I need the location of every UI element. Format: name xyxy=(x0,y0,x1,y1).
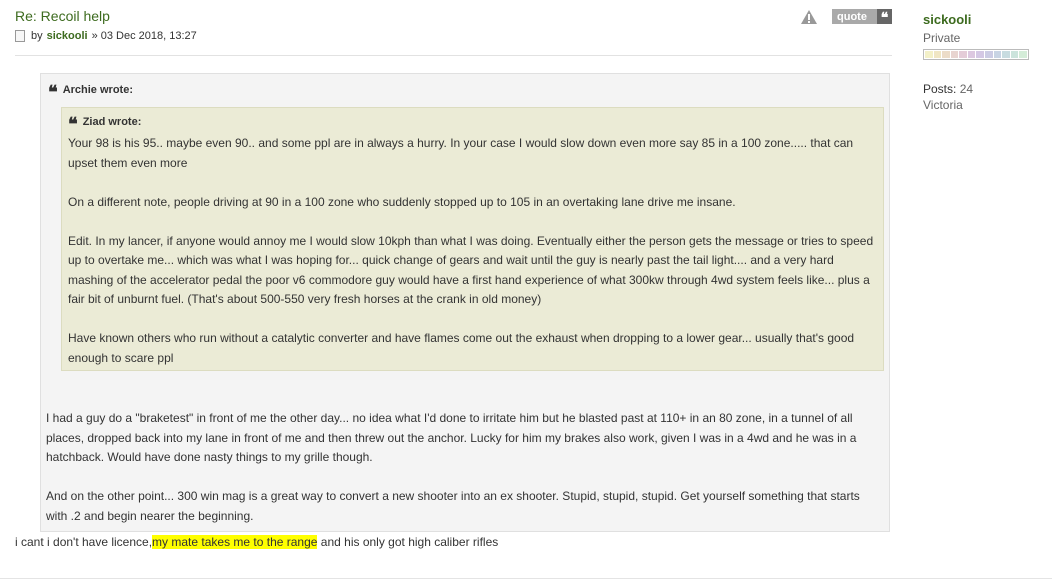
reply-text-before: i cant i don't have licence, xyxy=(15,535,153,549)
rank-bar-segment xyxy=(925,51,933,58)
quote-button[interactable]: quote ❝ xyxy=(832,9,892,26)
inner-blockquote: ❝ Ziad wrote: Your 98 is his 95.. maybe … xyxy=(61,107,884,371)
outer-blockquote: ❝ Archie wrote: ❝ Ziad wrote: Your 98 is… xyxy=(40,73,890,532)
outer-quote-paragraph: And on the other point... 300 win mag is… xyxy=(46,489,860,523)
outer-quote-paragraph: I had a guy do a "braketest" in front of… xyxy=(46,411,857,464)
quote-mark-icon: ❝ xyxy=(48,82,58,103)
inner-quote-cite-text: Ziad wrote: xyxy=(82,116,142,128)
rank-bar-segment xyxy=(993,51,1002,58)
post-profile: sickooli Private Posts: 24 Victoria xyxy=(923,12,1033,112)
post-reply-text: i cant i don't have licence,my mate take… xyxy=(15,535,498,549)
rank-bar-segment xyxy=(1002,51,1010,58)
profile-posts: Posts: 24 xyxy=(923,82,1033,96)
meta-by: by xyxy=(31,30,43,42)
quote-button-label: quote xyxy=(837,10,867,23)
reply-highlight: my mate takes me to the range xyxy=(152,535,318,549)
post-author-link[interactable]: sickooli xyxy=(47,30,88,42)
rank-bar-segment xyxy=(933,51,942,58)
rank-bar-segment xyxy=(967,51,976,58)
profile-username[interactable]: sickooli xyxy=(923,12,1033,27)
outer-quote-cite-text: Archie wrote: xyxy=(62,84,133,96)
rank-bar-segment xyxy=(942,51,950,58)
rank-image xyxy=(923,49,1029,60)
reply-text-after: and his only got high caliber rifles xyxy=(317,535,499,549)
rank-bar-segment xyxy=(985,51,993,58)
inner-quote-cite: ❝ Ziad wrote: xyxy=(68,114,142,135)
outer-quote-cite: ❝ Archie wrote: xyxy=(48,82,133,103)
post-icon[interactable] xyxy=(15,30,25,42)
inner-quote-paragraph: Edit. In my lancer, if anyone would anno… xyxy=(68,233,874,307)
rank-bar-segment xyxy=(1010,51,1019,58)
inner-quote-paragraph: Your 98 is his 95.. maybe even 90.. and … xyxy=(68,136,854,170)
rank-bar-segment xyxy=(976,51,985,58)
inner-quote-body: Your 98 is his 95.. maybe even 90.. and … xyxy=(68,134,880,368)
inner-quote-paragraph: Have known others who run without a cata… xyxy=(68,331,855,365)
post: Re: Recoil help by sickooli » 03 Dec 201… xyxy=(0,0,1052,579)
posts-count[interactable]: 24 xyxy=(960,82,973,96)
post-meta: by sickooli » 03 Dec 2018, 13:27 xyxy=(15,30,197,42)
rank-bar-segment xyxy=(950,51,959,58)
quote-mark-icon: ❝ xyxy=(68,114,78,135)
outer-quote-body: I had a guy do a "braketest" in front of… xyxy=(46,409,884,526)
profile-location: Victoria xyxy=(923,98,963,112)
quote-icon: ❝ xyxy=(877,9,892,26)
rank-bar-segment xyxy=(959,51,967,58)
rank-bar-segment xyxy=(1019,51,1027,58)
inner-quote-paragraph: On a different note, people driving at 9… xyxy=(68,194,736,209)
post-title[interactable]: Re: Recoil help xyxy=(15,8,110,24)
profile-rank: Private xyxy=(923,31,961,45)
post-divider xyxy=(15,55,892,56)
report-warning-icon[interactable] xyxy=(800,9,818,25)
posts-label: Posts: xyxy=(923,82,957,96)
post-date: » 03 Dec 2018, 13:27 xyxy=(91,30,197,42)
